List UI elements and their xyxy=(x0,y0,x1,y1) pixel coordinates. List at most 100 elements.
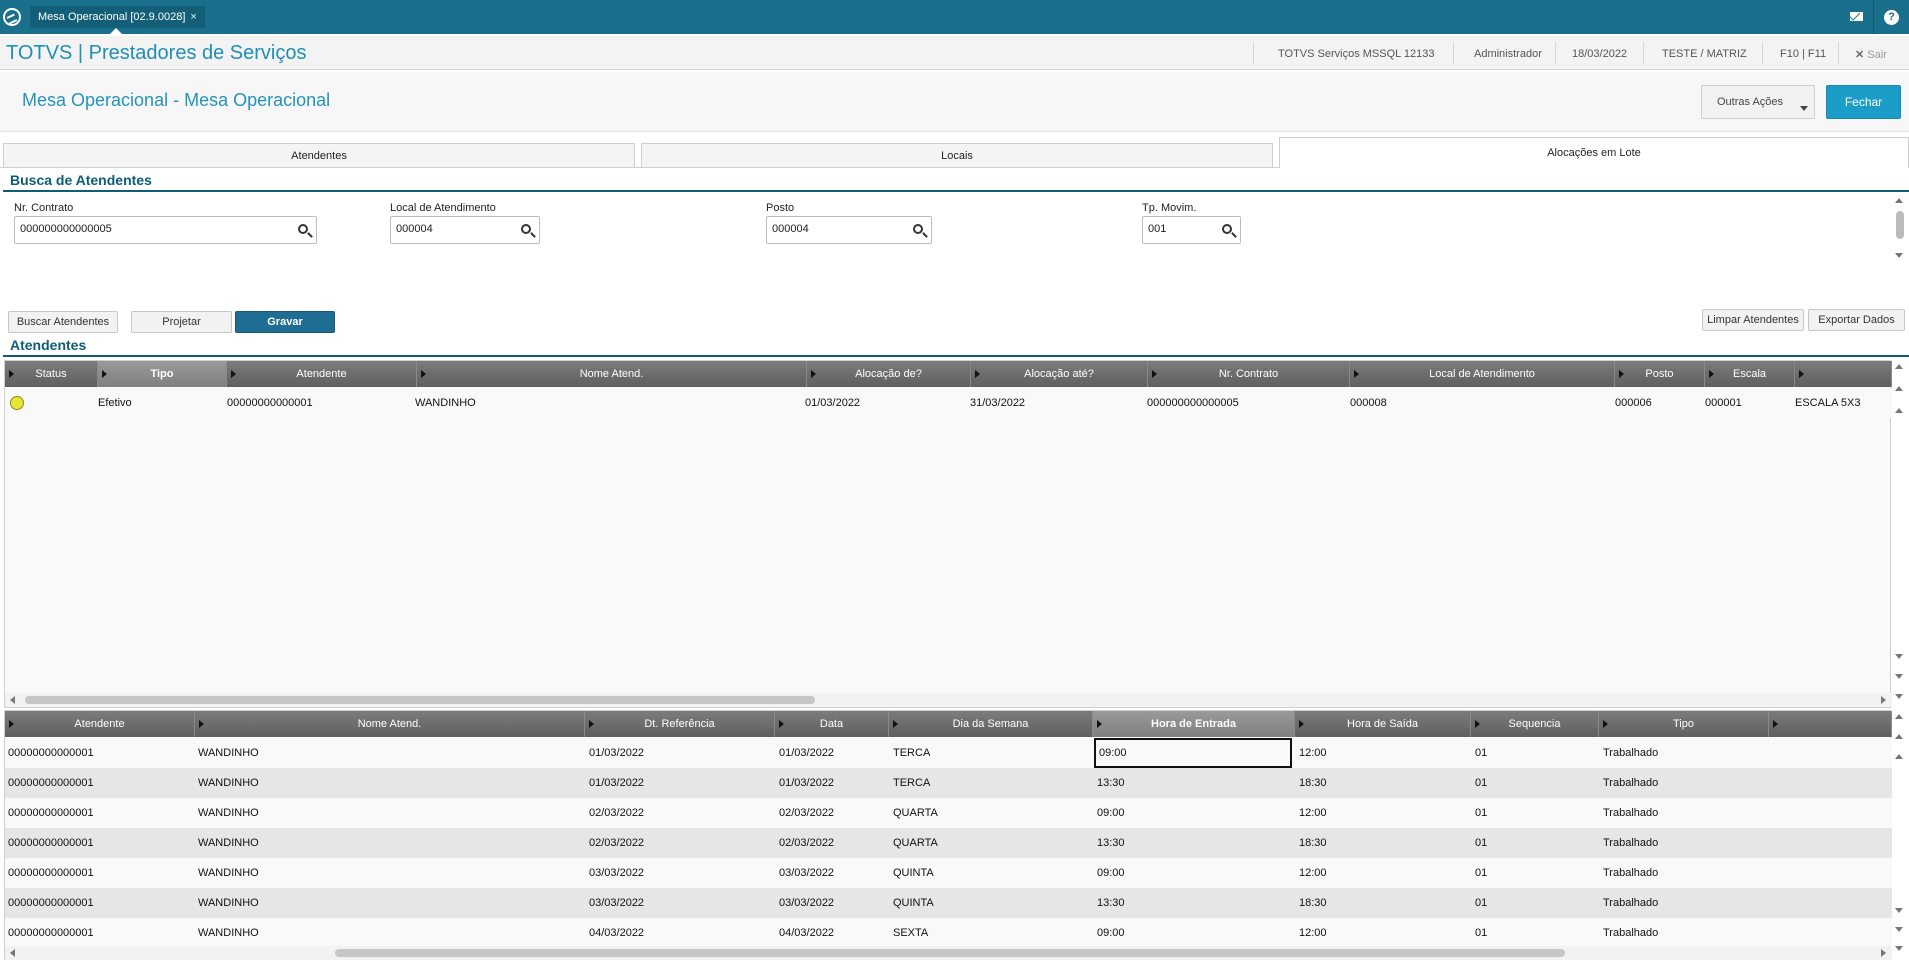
column-header-escala-desc[interactable] xyxy=(1795,361,1892,387)
contract-field[interactable] xyxy=(14,216,317,244)
table-row[interactable]: 00000000000001 WANDINHO 01/03/2022 01/03/20… xyxy=(5,768,1892,798)
cell-tipo: Efetivo xyxy=(98,397,132,409)
window-tab-mesa-operacional[interactable]: Mesa Operacional [02.9.0028] × xyxy=(30,6,205,28)
table-row[interactable]: 00000000000001 WANDINHO 01/03/2022 01/03/20… xyxy=(5,738,1892,768)
cell-hora-entrada[interactable]: 13:30 xyxy=(1097,828,1295,858)
environment-label: TOTVS Serviços MSSQL 12133 xyxy=(1278,48,1435,60)
scroll-down-icon[interactable] xyxy=(1895,253,1903,258)
column-header-data[interactable]: Data xyxy=(775,711,889,737)
schedule-vscrollbar[interactable] xyxy=(1893,712,1907,960)
cell-dt-referencia: 01/03/2022 xyxy=(589,777,645,789)
scroll-left-icon[interactable] xyxy=(10,696,15,704)
post-input[interactable] xyxy=(772,223,906,235)
scroll-bottom-icon[interactable] xyxy=(1895,694,1903,699)
cell-tipo: Trabalhado xyxy=(1603,897,1659,909)
clear-attendants-button[interactable]: Limpar Atendentes xyxy=(1702,309,1804,331)
column-header-extra[interactable] xyxy=(1769,711,1892,737)
column-arrow-icon xyxy=(1475,720,1480,728)
column-header-sequencia[interactable]: Sequencia xyxy=(1471,711,1599,737)
column-header-alocacao-de[interactable]: Alocação de? xyxy=(807,361,971,387)
search-scrollbar[interactable] xyxy=(1893,196,1907,264)
scroll-up-icon[interactable] xyxy=(1895,386,1903,391)
column-header-local-atendimento[interactable]: Local de Atendimento xyxy=(1350,361,1615,387)
scroll-down-icon[interactable] xyxy=(1895,927,1903,932)
scroll-page-down-icon[interactable] xyxy=(1895,908,1903,913)
cell-hora-entrada[interactable]: 09:00 xyxy=(1094,738,1292,768)
scroll-right-icon[interactable] xyxy=(1881,696,1886,704)
scroll-down-icon[interactable] xyxy=(1895,674,1903,679)
column-header-atendente[interactable]: Atendente xyxy=(5,711,195,737)
mail-icon[interactable] xyxy=(1850,12,1863,21)
cell-hora-entrada[interactable]: 09:00 xyxy=(1097,858,1295,888)
cell-data: 01/03/2022 xyxy=(779,777,835,789)
location-field[interactable] xyxy=(390,216,540,244)
cell-hora-entrada[interactable]: 09:00 xyxy=(1097,798,1295,828)
tab-locais[interactable]: Locais xyxy=(641,143,1273,167)
scroll-top-icon[interactable] xyxy=(1895,714,1903,719)
table-row[interactable]: 00000000000001 WANDINHO 02/03/2022 02/03/20… xyxy=(5,828,1892,858)
column-header-dt-referencia[interactable]: Dt. Referência xyxy=(585,711,775,737)
scroll-bottom-icon[interactable] xyxy=(1895,946,1903,951)
column-header-dia-semana[interactable]: Dia da Semana xyxy=(889,711,1093,737)
scroll-thumb[interactable] xyxy=(1896,211,1904,239)
search-attendants-button[interactable]: Buscar Atendentes xyxy=(8,311,118,333)
search-icon[interactable] xyxy=(1222,224,1232,234)
table-row[interactable]: Efetivo 00000000000001 WANDINHO 01/03/20… xyxy=(5,388,1892,418)
scroll-page-up-icon[interactable] xyxy=(1895,408,1903,413)
scroll-top-icon[interactable] xyxy=(1895,364,1903,369)
post-field[interactable] xyxy=(766,216,932,244)
column-header-tipo[interactable]: Tipo xyxy=(1599,711,1769,737)
tab-alocacoes-em-lote[interactable]: Alocações em Lote xyxy=(1279,137,1909,168)
movement-type-input[interactable] xyxy=(1148,223,1215,235)
table-row[interactable]: 00000000000001 WANDINHO 04/03/2022 04/03/20… xyxy=(5,918,1892,948)
column-header-atendente[interactable]: Atendente xyxy=(227,361,417,387)
exit-button[interactable]: ✕ Sair xyxy=(1855,48,1887,61)
column-header-escala[interactable]: Escala xyxy=(1705,361,1795,387)
close-button[interactable]: Fechar xyxy=(1826,85,1901,119)
column-header-tipo[interactable]: Tipo xyxy=(98,361,227,387)
movement-type-field[interactable] xyxy=(1142,216,1241,244)
scroll-up-icon[interactable] xyxy=(1895,734,1903,739)
tab-atendentes[interactable]: Atendentes xyxy=(3,143,635,167)
scroll-right-icon[interactable] xyxy=(1881,949,1886,957)
other-actions-button[interactable]: Outras Ações xyxy=(1701,85,1815,119)
search-icon[interactable] xyxy=(298,224,308,234)
column-header-nr-contrato[interactable]: Nr. Contrato xyxy=(1148,361,1350,387)
location-input[interactable] xyxy=(396,223,514,235)
scroll-page-up-icon[interactable] xyxy=(1895,754,1903,759)
save-button[interactable]: Gravar xyxy=(235,311,335,333)
column-header-hora-saida[interactable]: Hora de Saída xyxy=(1295,711,1471,737)
search-icon[interactable] xyxy=(521,224,531,234)
search-icon[interactable] xyxy=(913,224,923,234)
project-button[interactable]: Projetar xyxy=(131,311,232,333)
contract-input[interactable] xyxy=(20,223,291,235)
column-header-nome-atend[interactable]: Nome Atend. xyxy=(195,711,585,737)
scroll-thumb[interactable] xyxy=(25,696,815,704)
cell-hora-entrada[interactable]: 13:30 xyxy=(1097,888,1295,918)
totvs-logo-icon[interactable] xyxy=(3,8,21,26)
column-header-alocacao-ate[interactable]: Alocação até? xyxy=(971,361,1148,387)
column-header-hora-entrada[interactable]: Hora de Entrada xyxy=(1093,711,1295,737)
table-row[interactable]: 00000000000001 WANDINHO 03/03/2022 03/03/20… xyxy=(5,858,1892,888)
export-data-button[interactable]: Exportar Dados xyxy=(1808,309,1905,331)
attendants-vscrollbar[interactable] xyxy=(1893,362,1907,708)
table-row[interactable]: 00000000000001 WANDINHO 03/03/2022 03/03/20… xyxy=(5,888,1892,918)
column-header-posto[interactable]: Posto xyxy=(1615,361,1705,387)
window-tab-label: Mesa Operacional [02.9.0028] xyxy=(38,11,186,23)
scroll-left-icon[interactable] xyxy=(10,949,15,957)
attendants-hscrollbar[interactable] xyxy=(5,693,1892,707)
scroll-thumb[interactable] xyxy=(335,949,1565,957)
scroll-page-down-icon[interactable] xyxy=(1895,654,1903,659)
scroll-up-icon[interactable] xyxy=(1895,198,1903,203)
close-icon[interactable]: × xyxy=(190,11,196,23)
table-row[interactable]: 00000000000001 WANDINHO 02/03/2022 02/03/20… xyxy=(5,798,1892,828)
column-header-status[interactable]: Status xyxy=(5,361,98,387)
column-arrow-icon xyxy=(1097,720,1102,728)
schedule-hscrollbar[interactable] xyxy=(5,946,1892,960)
cell-data: 02/03/2022 xyxy=(779,837,835,849)
cell-dia-semana: QUINTA xyxy=(893,867,934,879)
column-header-nome-atend[interactable]: Nome Atend. xyxy=(417,361,807,387)
help-icon[interactable]: ? xyxy=(1884,10,1899,25)
cell-hora-entrada[interactable]: 13:30 xyxy=(1097,768,1295,798)
cell-hora-entrada[interactable]: 09:00 xyxy=(1097,918,1295,948)
